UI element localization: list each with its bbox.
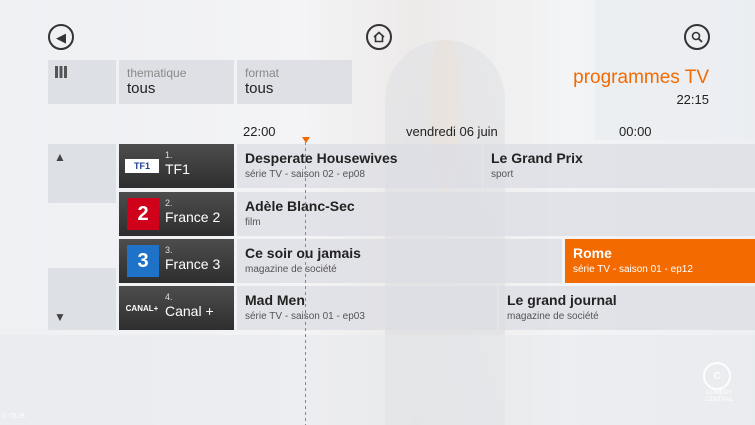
grid-icon: [55, 66, 67, 78]
timeline-date: vendredi 06 juin: [406, 124, 498, 139]
program-title: Adèle Blanc-Sec: [245, 198, 355, 214]
program-title: Ce soir ou jamais: [245, 245, 361, 261]
program-cell[interactable]: Le grand journal magazine de société: [499, 286, 755, 330]
channel-number: 3.: [165, 245, 173, 255]
program-subtitle: film: [245, 217, 261, 228]
current-time-line: [305, 142, 306, 425]
france2-logo-icon: 2: [127, 198, 159, 230]
canal-plus-logo-icon: CANAL+: [125, 303, 159, 313]
current-time-marker-icon: [302, 137, 310, 143]
filter-thematique[interactable]: thematique tous: [119, 60, 234, 104]
program-title: Mad Men: [245, 292, 305, 308]
filter-format-label: format: [245, 66, 280, 80]
timeline-start: 22:00: [243, 124, 276, 139]
search-button[interactable]: [684, 24, 710, 50]
program-title: Rome: [573, 245, 612, 261]
program-subtitle: magazine de société: [245, 264, 337, 275]
channel-name: France 3: [165, 256, 221, 272]
home-icon: [373, 31, 385, 43]
filter-thematique-value: tous: [127, 80, 156, 97]
down-arrow-icon: ▼: [54, 310, 66, 324]
program-subtitle: magazine de société: [507, 311, 599, 322]
back-button[interactable]: ◀: [48, 24, 74, 50]
channel-canal-plus[interactable]: CANAL+ 4. Canal +: [119, 286, 234, 330]
program-cell[interactable]: Ce soir ou jamais magazine de société: [237, 239, 562, 283]
channel-number: 4.: [165, 292, 173, 302]
channel-france-2[interactable]: 2 2. France 2: [119, 192, 234, 236]
search-icon: [691, 31, 703, 43]
filter-format-value: tous: [245, 80, 274, 97]
program-cell[interactable]: Mad Men série TV - saison 01 - ep03: [237, 286, 497, 330]
filter-thematique-label: thematique: [127, 66, 187, 80]
channel-name: France 2: [165, 209, 221, 225]
home-button[interactable]: [366, 24, 392, 50]
program-cell[interactable]: Adèle Blanc-Sec film: [237, 192, 755, 236]
channel-name: TF1: [165, 161, 190, 177]
program-subtitle: sport: [491, 169, 514, 180]
program-cell[interactable]: Desperate Housewives série TV - saison 0…: [237, 144, 482, 188]
program-subtitle: série TV - saison 01 - ep12: [573, 264, 693, 275]
comedy-central-logo-icon: C: [703, 362, 731, 390]
program-title: Le Grand Prix: [491, 150, 583, 166]
channel-name: Canal +: [165, 303, 214, 319]
channel-france-3[interactable]: 3 3. France 3: [119, 239, 234, 283]
program-title: Desperate Housewives: [245, 150, 398, 166]
program-cell-selected[interactable]: Rome série TV - saison 01 - ep12: [565, 239, 755, 283]
filter-format[interactable]: format tous: [237, 60, 352, 104]
corner-watermark: © OLIB: [2, 413, 26, 420]
back-arrow-icon: ◀: [56, 29, 66, 45]
channel-number: 2.: [165, 198, 173, 208]
channel-number: 1.: [165, 150, 173, 160]
scroll-down-button[interactable]: ▼: [48, 268, 116, 330]
page-title: programmes TV: [573, 67, 709, 88]
current-time: 22:15: [676, 92, 709, 107]
tf1-logo-icon: TF1: [125, 159, 159, 173]
timeline-end: 00:00: [619, 124, 652, 139]
france3-logo-icon: 3: [127, 245, 159, 277]
program-title: Le grand journal: [507, 292, 617, 308]
up-arrow-icon: ▲: [54, 150, 66, 164]
program-cell[interactable]: Le Grand Prix sport: [483, 144, 755, 188]
comedy-central-logo-text: COMEDY CENTRAL: [704, 390, 733, 403]
scroll-up-button[interactable]: ▲: [48, 144, 116, 203]
channel-tf1[interactable]: TF1 1. TF1: [119, 144, 234, 188]
